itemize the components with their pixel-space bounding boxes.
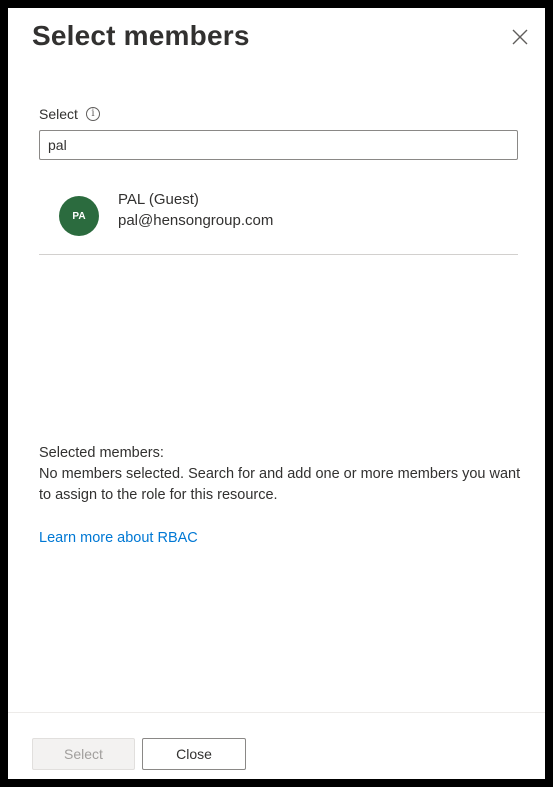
footer-divider xyxy=(8,712,545,713)
result-name: PAL (Guest) xyxy=(118,191,199,208)
result-email: pal@hensongroup.com xyxy=(118,212,274,229)
info-icon[interactable]: i xyxy=(85,107,100,121)
avatar: PA xyxy=(59,196,99,236)
select-label-text: Select xyxy=(39,106,78,122)
panel-title: Select members xyxy=(32,20,250,51)
selected-members-empty-message: No members selected. Search for and add … xyxy=(39,466,521,503)
select-field-label: Select i xyxy=(39,106,100,122)
selected-members-heading: Selected members: xyxy=(39,445,164,461)
select-button[interactable]: Select xyxy=(32,738,135,770)
selected-members-section: Selected members: No members selected. S… xyxy=(39,443,529,506)
close-button[interactable]: Close xyxy=(142,738,246,770)
learn-more-rbac-link[interactable]: Learn more about RBAC xyxy=(39,530,198,546)
search-input[interactable] xyxy=(39,130,518,160)
search-result-item[interactable]: PA PAL (Guest) pal@hensongroup.com xyxy=(39,178,518,255)
select-members-panel: Select members Select i PA PAL (Guest) p… xyxy=(8,8,545,779)
close-icon[interactable] xyxy=(509,26,531,48)
